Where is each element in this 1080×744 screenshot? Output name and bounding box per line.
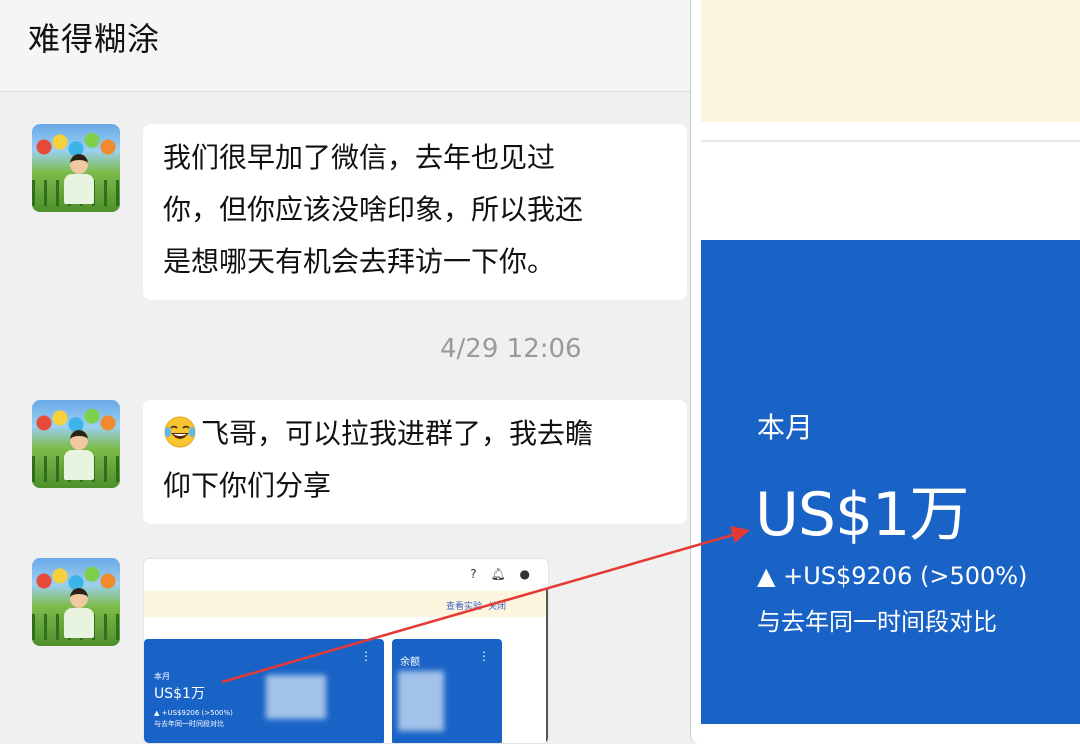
chat-title: 难得糊涂 (28, 20, 161, 58)
zoom-month-compare: 与去年同一时间段对比 (757, 608, 997, 636)
chat-header: 难得糊涂 (0, 0, 700, 92)
redacted-blur (398, 671, 444, 731)
thumb-month-card: ⋮ 本月 US$1万 ▲ +US$9206 (>500%) 与去年同一时间段对比 (144, 639, 384, 743)
thumb-notice-link: 关闭 (488, 602, 507, 612)
thumb-month-value: US$1万 (154, 686, 205, 702)
avatar-person-head (70, 154, 88, 174)
avatar[interactable] (32, 124, 120, 212)
account-avatar-icon: ● (519, 567, 530, 581)
zoom-month-change: ▲ +US$9206 (>500%) (757, 562, 1028, 590)
avatar-person-head (70, 430, 88, 450)
message-text-line: 我们很早加了微信，去年也见过 (163, 141, 556, 174)
avatar-person-body (64, 450, 94, 480)
avatar-person-body (64, 174, 94, 204)
more-vert-icon: ⋮ (360, 649, 372, 663)
thumb-month-change: ▲ +US$9206 (>500%) (154, 709, 233, 717)
zoom-month-card: 本月 US$1万 ▲ +US$9206 (>500%) 与去年同一时间段对比 (701, 240, 1080, 724)
help-icon: ? (470, 567, 477, 581)
thumb-toolbar-icons: ? 🔔︎ ● (460, 567, 530, 581)
thumb-notice-link: 查看实验 (446, 602, 483, 612)
avatar-person-body (64, 608, 94, 638)
more-vert-icon: ⋮ (478, 649, 490, 663)
message-text-line: 是想哪天有机会去拜访一下你。 (163, 245, 556, 278)
zoomed-screenshot-panel: 本月 US$1万 ▲ +US$9206 (>500%) 与去年同一时间段对比 (690, 0, 1080, 744)
message-text-line: 你，但你应该没啥印象，所以我还 (163, 193, 584, 226)
avatar[interactable] (32, 400, 120, 488)
bell-icon: 🔔︎ (490, 567, 506, 581)
laughing-with-tears-emoji (164, 416, 196, 448)
zoom-month-label: 本月 (757, 411, 814, 444)
avatar[interactable] (32, 558, 120, 646)
zoom-bottom-edge (691, 724, 1080, 744)
message-bubble[interactable]: 我们很早加了微信，去年也见过 你，但你应该没啥印象，所以我还 是想哪天有机会去拜… (143, 124, 687, 300)
image-message[interactable]: ? 🔔︎ ● 查看实验 关闭 ⋮ 本月 US$1万 ▲ +US$9206 (>5… (143, 558, 549, 744)
thumb-month-label: 本月 (154, 672, 170, 681)
thumb-balance-label: 余额 (400, 657, 420, 668)
thumb-divider (546, 589, 548, 743)
zoom-notice-banner (701, 0, 1080, 122)
message-text-line-part: 飞哥，可以拉我进群了，我去瞻 (201, 417, 594, 450)
message-text-line: 仰下你们分享 (163, 469, 332, 502)
zoom-month-value: US$1万 (755, 480, 969, 550)
thumb-notice-banner: 查看实验 关闭 (144, 591, 548, 617)
message-bubble[interactable]: 飞哥，可以拉我进群了，我去瞻 仰下你们分享 (143, 400, 687, 524)
redacted-blur (266, 675, 326, 719)
avatar-person-head (70, 588, 88, 608)
thumb-month-compare: 与去年同一时间段对比 (154, 720, 224, 728)
zoom-divider (701, 140, 1080, 142)
message-timestamp: 4/29 12:06 (440, 334, 582, 364)
chat-panel: 难得糊涂 我们很早加了微信，去年也见过 你，但你应该没啥印象，所以我还 是想哪天… (0, 0, 700, 744)
message-text-line: 飞哥，可以拉我进群了，我去瞻 (163, 408, 667, 460)
